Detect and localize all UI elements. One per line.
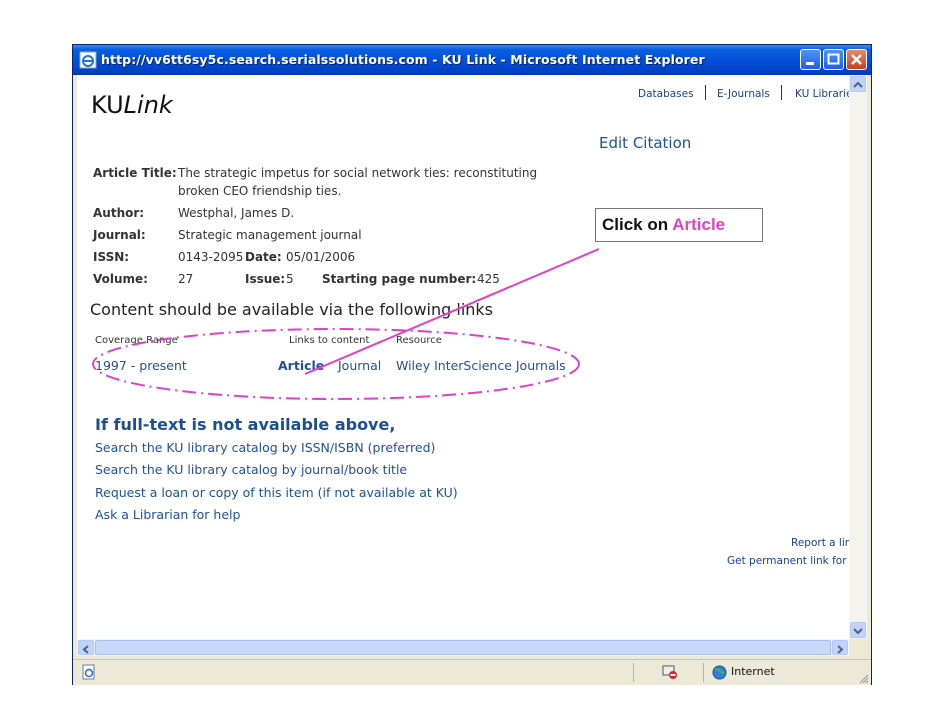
- maximize-button[interactable]: [823, 49, 844, 70]
- scroll-up-arrow-icon[interactable]: [850, 76, 866, 92]
- nav-ku-libraries-link[interactable]: KU Librarie: [795, 88, 849, 100]
- internet-zone-globe-icon: [712, 665, 727, 680]
- status-separator: [703, 663, 704, 682]
- author-value: Westphal, James D.: [178, 206, 295, 220]
- journal-label: Journal:: [93, 228, 146, 242]
- volume-value: 27: [178, 272, 194, 286]
- date-value: 05/01/2006: [286, 250, 356, 264]
- page-content: KULink Databases E-Journals KU Librarie …: [77, 75, 849, 639]
- nav-ejournals-link[interactable]: E-Journals: [717, 88, 770, 100]
- author-label: Author:: [93, 206, 145, 220]
- col-links-to-content: Links to content: [289, 335, 370, 346]
- issn-value: 0143-2095: [178, 250, 244, 264]
- article-title-label: Article Title:: [93, 166, 177, 180]
- issn-label: ISSN:: [93, 250, 130, 264]
- close-button[interactable]: [846, 49, 867, 70]
- col-resource: Resource: [396, 335, 442, 346]
- request-loan-link[interactable]: Request a loan or copy of this item (if …: [95, 485, 458, 500]
- permanent-link[interactable]: Get permanent link for th: [727, 555, 849, 567]
- start-page-value: 425: [477, 272, 500, 286]
- status-separator: [633, 663, 634, 682]
- catalog-title-link[interactable]: Search the KU library catalog by journal…: [95, 462, 407, 477]
- nav-databases-link[interactable]: Databases: [638, 88, 694, 100]
- catalog-issn-link[interactable]: Search the KU library catalog by ISSN/IS…: [95, 440, 435, 455]
- coverage-range-value: 1997 - present: [95, 358, 187, 373]
- window-title: http://vv6tt6sy5c.search.serialssolution…: [101, 52, 705, 67]
- nav-separator: [781, 85, 782, 100]
- status-bar: Internet: [73, 659, 871, 685]
- availability-heading: Content should be available via the foll…: [90, 300, 493, 319]
- report-link[interactable]: Report a lin: [791, 537, 849, 549]
- article-title-line2: broken CEO friendship ties.: [178, 184, 342, 198]
- article-link[interactable]: Article: [278, 358, 324, 373]
- issue-label: Issue:: [245, 272, 286, 286]
- resize-grip-icon[interactable]: [857, 672, 869, 684]
- horizontal-scrollbar[interactable]: [77, 639, 849, 656]
- issue-value: 5: [286, 272, 294, 286]
- resource-link[interactable]: Wiley InterScience Journals: [396, 358, 566, 373]
- horizontal-scroll-thumb[interactable]: [95, 640, 831, 655]
- page-loaded-icon: [82, 664, 95, 680]
- scroll-right-arrow-icon[interactable]: [832, 640, 848, 655]
- fulltext-heading: If full-text is not available above,: [95, 415, 396, 434]
- journal-link[interactable]: Journal: [338, 358, 381, 373]
- title-bar[interactable]: http://vv6tt6sy5c.search.serialssolution…: [73, 45, 871, 75]
- article-title-line1: The strategic impetus for social network…: [178, 166, 538, 180]
- volume-label: Volume:: [93, 272, 148, 286]
- date-label: Date:: [245, 250, 282, 264]
- popup-blocked-icon: [662, 665, 677, 679]
- minimize-button[interactable]: [800, 49, 821, 70]
- click-on-article-callout: Click on Article: [595, 208, 763, 242]
- vertical-scrollbar[interactable]: [849, 75, 867, 639]
- security-zone-label: Internet: [731, 665, 775, 678]
- kulink-logo: KULink: [91, 91, 173, 119]
- browser-window: http://vv6tt6sy5c.search.serialssolution…: [72, 44, 872, 685]
- nav-separator: [705, 85, 706, 100]
- ask-librarian-link[interactable]: Ask a Librarian for help: [95, 507, 240, 522]
- start-page-label: Starting page number:: [322, 272, 477, 286]
- edit-citation-link[interactable]: Edit Citation: [599, 134, 691, 152]
- col-coverage-range: Coverage Range: [95, 335, 178, 346]
- internet-explorer-icon: [79, 51, 97, 69]
- journal-value: Strategic management journal: [178, 228, 362, 242]
- scroll-left-arrow-icon[interactable]: [78, 640, 94, 655]
- scroll-down-arrow-icon[interactable]: [850, 622, 866, 638]
